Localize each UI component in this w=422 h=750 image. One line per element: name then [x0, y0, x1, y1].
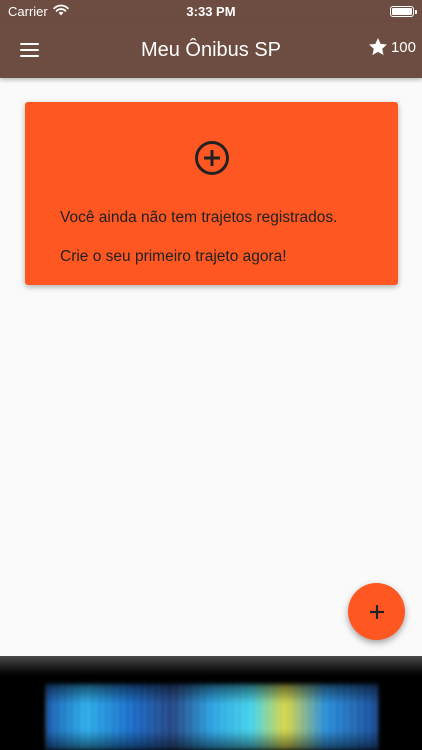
app-title: Meu Ônibus SP [140, 38, 282, 61]
empty-routes-card[interactable]: Você ainda não tem trajetos registrados.… [25, 102, 398, 285]
points-button[interactable]: 100 [367, 36, 416, 58]
add-icon [369, 604, 384, 619]
carrier-label: Carrier [8, 3, 48, 19]
ad-banner[interactable] [0, 656, 422, 750]
battery-icon [390, 5, 417, 17]
star-icon [368, 38, 387, 56]
empty-message: Você ainda não tem trajetos registrados. [60, 209, 338, 226]
add-route-fab[interactable] [348, 583, 405, 640]
app-bar: Meu Ônibus SP 100 [0, 22, 422, 78]
status-left: Carrier [8, 4, 69, 19]
ad-image [46, 684, 378, 750]
add-circle-outline-icon [195, 141, 229, 175]
menu-button[interactable] [12, 34, 46, 66]
wifi-icon [53, 4, 69, 19]
status-bar: Carrier 3:33 PM [0, 0, 422, 22]
menu-icon [19, 43, 39, 45]
points-value: 100 [390, 38, 416, 56]
empty-call-to-action: Crie o seu primeiro trajeto agora! [60, 248, 287, 265]
